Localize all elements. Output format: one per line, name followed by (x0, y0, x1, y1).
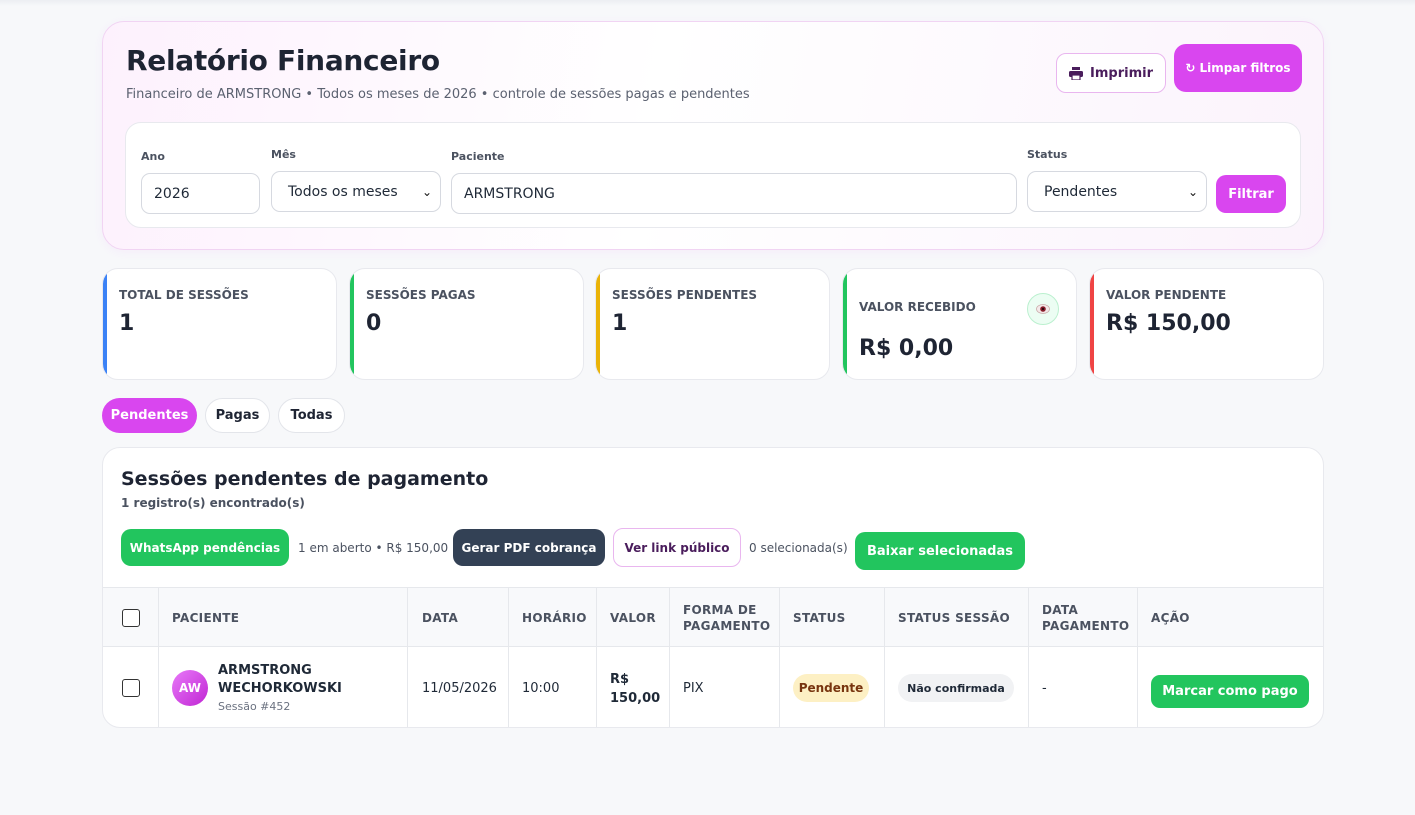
stat-value: 1 (612, 311, 628, 336)
column-divider (596, 587, 597, 727)
column-divider (669, 587, 670, 727)
session-date: 11/05/2026 (422, 681, 497, 696)
column-header-line: DATA (1042, 603, 1079, 617)
column-header-line: PAGAMENTO (1042, 619, 1130, 633)
stat-label: SESSÕES PENDENTES (612, 288, 758, 302)
column-header-payment-date: DATA PAGAMENTO (1042, 602, 1129, 634)
printer-icon (1069, 66, 1084, 80)
column-divider (508, 587, 509, 727)
eye-icon[interactable] (1027, 293, 1059, 325)
stat-value: 0 (366, 311, 382, 336)
tab-pending[interactable]: Pendentes (102, 398, 197, 433)
column-header-status: STATUS (793, 611, 846, 625)
patient-label: Paciente (451, 150, 505, 163)
patient-name-line: ARMSTRONG (218, 663, 312, 678)
column-divider (1137, 587, 1138, 727)
column-divider (884, 587, 885, 727)
session-status-badge: Não confirmada (898, 674, 1014, 702)
open-summary: 1 em aberto • R$ 150,00 (298, 541, 449, 555)
column-header-session-status: STATUS SESSÃO (898, 611, 1010, 625)
report-header-card: Relatório Financeiro Financeiro de ARMST… (102, 21, 1324, 250)
clear-filters-button[interactable]: ↻ Limpar filtros (1174, 44, 1302, 92)
stat-label: TOTAL DE SESSÕES (119, 288, 249, 302)
stat-accent-bar (843, 269, 847, 379)
stat-card-pending-sessions: SESSÕES PENDENTES 1 (595, 268, 830, 380)
column-header-time: HORÁRIO (522, 611, 587, 625)
column-header-date: DATA (422, 611, 459, 625)
status-value: Pendentes (1044, 183, 1118, 200)
patient-name-line: WECHORKOWSKI (218, 681, 342, 696)
refresh-icon: ↻ (1185, 61, 1196, 75)
session-value: R$ 150,00 (610, 670, 660, 708)
clear-filters-label: Limpar filtros (1199, 61, 1291, 75)
mark-as-paid-button[interactable]: Marcar como pago (1151, 675, 1309, 708)
filter-button[interactable]: Filtrar (1216, 175, 1286, 213)
stat-accent-bar (103, 269, 107, 379)
stat-value: 1 (119, 311, 135, 336)
stat-label: VALOR RECEBIDO (859, 300, 976, 314)
patient-value: ARMSTRONG (464, 185, 555, 202)
print-label: Imprimir (1090, 65, 1153, 81)
download-selected-button[interactable]: Baixar selecionadas (855, 532, 1025, 570)
stat-value: R$ 0,00 (859, 336, 954, 361)
stat-card-pending-value: VALOR PENDENTE R$ 150,00 (1089, 268, 1324, 380)
chevron-down-icon: ⌄ (1187, 184, 1198, 199)
stat-card-total-sessions: TOTAL DE SESSÕES 1 (102, 268, 337, 380)
session-id: Sessão #452 (218, 700, 291, 713)
print-button[interactable]: Imprimir (1056, 53, 1166, 93)
year-label: Ano (141, 150, 165, 163)
generate-pdf-button[interactable]: Gerar PDF cobrança (453, 529, 605, 566)
row-checkbox[interactable] (122, 679, 140, 697)
column-header-patient: PACIENTE (172, 611, 240, 625)
tab-all[interactable]: Todas (278, 398, 345, 433)
stat-value: R$ 150,00 (1106, 311, 1231, 336)
stat-label: SESSÕES PAGAS (366, 288, 476, 302)
avatar: AW (172, 670, 208, 706)
selected-count: 0 selecionada(s) (749, 541, 848, 555)
chevron-down-icon: ⌄ (421, 184, 432, 199)
stat-card-paid-sessions: SESSÕES PAGAS 0 (349, 268, 584, 380)
session-value-line: 150,00 (610, 691, 661, 706)
page-title: Relatório Financeiro (126, 44, 440, 77)
month-value: Todos os meses (288, 183, 398, 200)
status-label: Status (1027, 148, 1068, 161)
page-subtitle: Financeiro de ARMSTRONG • Todos os meses… (126, 87, 750, 102)
stat-accent-bar (350, 269, 354, 379)
table-header: PACIENTE DATA HORÁRIO VALOR FORMA DE PAG… (103, 587, 1323, 647)
month-select[interactable]: Todos os meses ⌄ (271, 171, 441, 212)
column-header-value: VALOR (610, 611, 656, 625)
column-divider (407, 587, 408, 727)
column-divider (158, 587, 159, 727)
stat-label: VALOR PENDENTE (1106, 288, 1227, 302)
status-badge: Pendente (793, 674, 869, 702)
tab-paid[interactable]: Pagas (205, 398, 270, 433)
payment-method: PIX (683, 681, 704, 696)
pending-sessions-card: Sessões pendentes de pagamento 1 registr… (102, 447, 1324, 728)
column-header-line: PAGAMENTO (683, 619, 771, 633)
stat-accent-bar (1090, 269, 1094, 379)
year-input[interactable]: 2026 (141, 173, 260, 214)
whatsapp-pending-button[interactable]: WhatsApp pendências (121, 529, 289, 566)
stat-accent-bar (596, 269, 600, 379)
public-link-button[interactable]: Ver link público (613, 528, 741, 567)
patient-input[interactable]: ARMSTRONG (451, 173, 1017, 214)
payment-date: - (1042, 681, 1047, 696)
status-select[interactable]: Pendentes ⌄ (1027, 171, 1207, 212)
stat-card-received-value: VALOR RECEBIDO R$ 0,00 (842, 268, 1077, 380)
session-time: 10:00 (522, 681, 560, 696)
month-label: Mês (271, 148, 296, 161)
session-value-line: R$ (610, 672, 630, 687)
filter-panel: Ano 2026 Mês Todos os meses ⌄ Paciente A… (125, 122, 1301, 228)
section-title: Sessões pendentes de pagamento (121, 468, 489, 490)
records-count: 1 registro(s) encontrado(s) (121, 496, 305, 510)
column-header-payment-method: FORMA DE PAGAMENTO (683, 602, 770, 634)
year-value: 2026 (154, 185, 190, 202)
patient-name: ARMSTRONG WECHORKOWSKI (218, 662, 342, 698)
column-header-line: FORMA DE (683, 603, 757, 617)
column-divider (1028, 587, 1029, 727)
column-divider (779, 587, 780, 727)
select-all-checkbox[interactable] (122, 609, 140, 627)
top-strip (0, 0, 1415, 6)
column-header-action: AÇÃO (1151, 611, 1190, 625)
